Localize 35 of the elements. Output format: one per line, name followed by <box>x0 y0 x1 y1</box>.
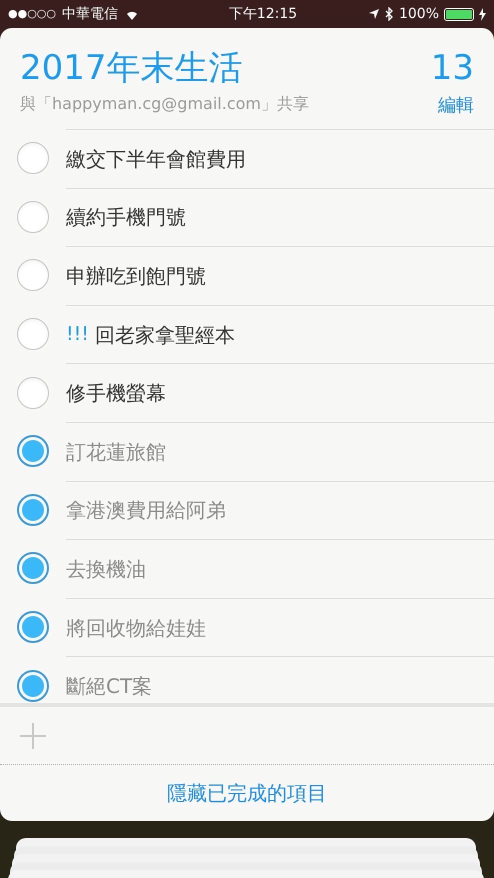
charging-bolt-icon <box>479 8 486 20</box>
empty-checkbox[interactable] <box>17 200 49 233</box>
battery-percent: 100% <box>398 4 439 24</box>
signal-strength: ●●○○○ <box>8 6 56 22</box>
location-arrow-icon <box>368 8 380 20</box>
reminder-text: 申辦吃到飽門號 <box>66 262 206 290</box>
reminder-text: 續約手機門號 <box>66 204 186 232</box>
reminder-text: 修手機螢幕 <box>66 380 166 408</box>
reminder-text: 拿港澳費用給阿弟 <box>66 497 226 524</box>
reminder-text: 將回收物給娃娃 <box>66 614 206 642</box>
reminder-text: 回老家拿聖經本 <box>94 322 235 349</box>
completed-checkbox[interactable] <box>17 494 49 526</box>
empty-checkbox[interactable] <box>17 259 49 292</box>
completed-checkbox[interactable] <box>17 435 49 468</box>
reminder-text: 繳交下半年會館費用 <box>66 146 246 173</box>
completed-checkbox[interactable] <box>17 670 49 702</box>
shared-with-text: 與「happyman.cg@gmail.com」共享 <box>20 93 309 115</box>
add-plus-icon[interactable] <box>20 722 46 748</box>
bluetooth-icon <box>384 7 394 21</box>
completed-checkbox[interactable] <box>17 611 49 644</box>
item-count: 13 <box>430 48 474 88</box>
list-title: 2017年末生活 <box>20 48 244 88</box>
empty-checkbox[interactable] <box>17 318 49 350</box>
reminder-text: 斷絕CT案 <box>66 673 152 700</box>
empty-checkbox[interactable] <box>17 376 49 409</box>
empty-checkbox[interactable] <box>17 142 49 174</box>
edit-button[interactable]: 編輯 <box>438 92 474 119</box>
reminder-text: 去換機油 <box>66 556 146 583</box>
battery-icon <box>444 8 474 20</box>
clock-time: 下午12:15 <box>228 4 298 24</box>
hide-completed-button[interactable]: 隱藏已完成的項目 <box>167 778 327 808</box>
priority-marker: !!! <box>66 322 89 348</box>
carrier-name: 中華電信 <box>62 4 118 24</box>
reminder-text: 訂花蓮旅館 <box>66 438 166 466</box>
completed-checkbox[interactable] <box>17 552 49 584</box>
